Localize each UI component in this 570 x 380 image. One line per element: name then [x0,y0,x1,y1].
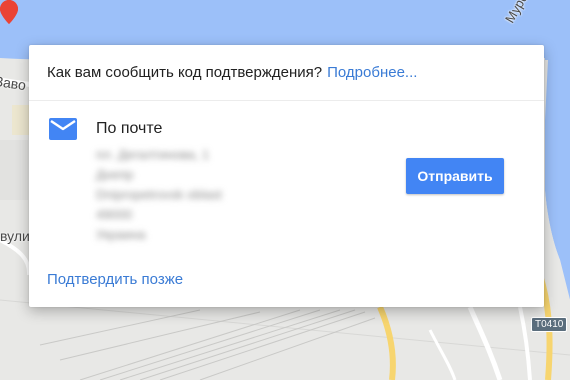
map-label-street: вули [0,228,30,244]
dialog-header: Как вам сообщить код подтверждения? Подр… [29,45,544,101]
dialog-question: Как вам сообщить код подтверждения? [47,64,323,81]
send-button[interactable]: Отправить [406,158,504,194]
address-line: Dnipropetrovsk oblast [96,187,222,202]
address-line: Украина [96,227,146,242]
address-line: пл. Дегалтинова, 1 [96,147,210,162]
map-label-street: Заво [0,73,28,94]
mail-icon [49,118,77,140]
postal-address: пл. Дегалтинова, 1 Днепр Dnipropetrovsk … [96,147,222,247]
mail-option: По почте пл. Дегалтинова, 1 Днепр Dnipro… [29,101,544,251]
map-pin-icon[interactable] [0,0,18,24]
verify-later-link[interactable]: Подтвердить позже [47,271,183,288]
road-number-badge: Т0410 [531,317,568,332]
address-line: Днепр [96,167,134,182]
verification-dialog: Как вам сообщить код подтверждения? Подр… [29,45,544,307]
learn-more-link[interactable]: Подробнее... [327,64,417,81]
option-title: По почте [96,120,163,137]
address-line: 49000 [96,207,133,222]
